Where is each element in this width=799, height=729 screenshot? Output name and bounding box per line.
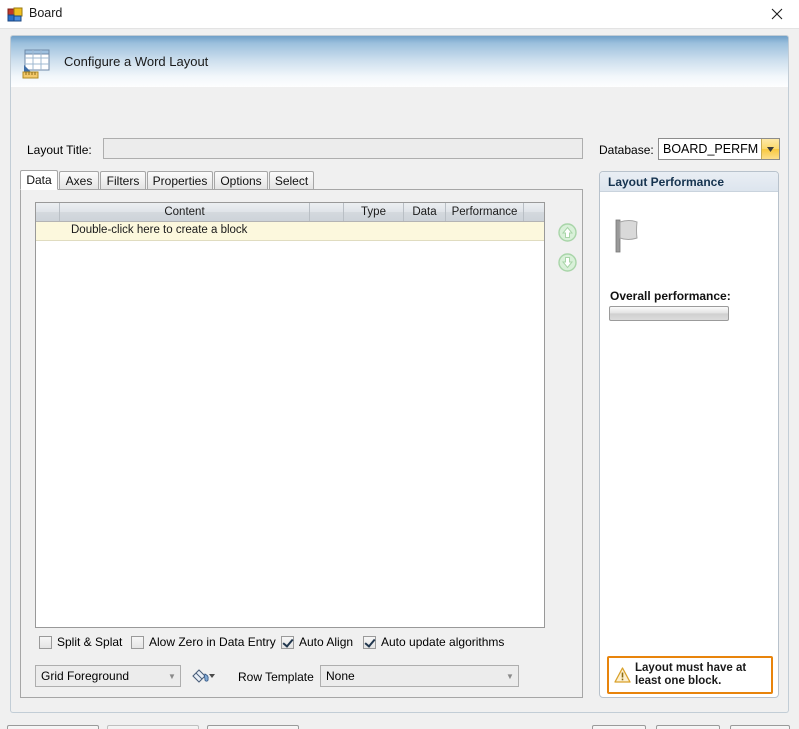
banner-header: Configure a Word Layout <box>10 35 789 88</box>
validation-warning-text: Layout must have at least one block. <box>635 662 747 687</box>
tab-label: Options <box>220 173 262 188</box>
checkbox-box[interactable] <box>39 635 52 649</box>
tab-label: Select <box>274 173 309 188</box>
grid-empty-body[interactable] <box>36 241 544 627</box>
banner-title: Configure a Word Layout <box>64 54 209 69</box>
tab-label: Properties <box>152 173 208 188</box>
tab-label: Axes <box>65 173 93 188</box>
row-template-value: None <box>326 669 355 683</box>
apply-button[interactable]: Apply <box>730 725 790 729</box>
flag-icon <box>613 217 655 257</box>
paint-bucket-icon[interactable] <box>188 665 216 687</box>
checkbox-box[interactable] <box>281 635 294 649</box>
copy-layout-button[interactable]: Copy Layout <box>7 725 99 729</box>
create-block-placeholder[interactable]: Double-click here to create a block <box>71 224 247 236</box>
row-template-label: Row Template <box>238 670 314 684</box>
checkbox-box[interactable] <box>363 635 376 649</box>
row-template-dropdown[interactable]: None ▼ <box>320 665 519 687</box>
checkbox-auto-align[interactable]: Auto Align <box>281 634 353 650</box>
arrow-up-circle-icon[interactable] <box>558 223 577 242</box>
database-dropdown[interactable]: BOARD_PERFM <box>658 138 780 160</box>
tab-filters[interactable]: Filters <box>100 171 146 190</box>
clear-layout-button[interactable]: Clear Layout <box>207 725 299 729</box>
tab-properties[interactable]: Properties <box>147 171 213 190</box>
tab-axes[interactable]: Axes <box>59 171 99 190</box>
grid-col-type[interactable]: Type <box>344 203 404 221</box>
tab-data[interactable]: Data <box>20 170 58 190</box>
window-title: Board <box>29 6 63 20</box>
blocks-grid[interactable]: Content Type Data Performance Double-cli… <box>35 202 545 628</box>
checkbox-label: Alow Zero in Data Entry <box>149 635 276 649</box>
grid-header-row: Content Type Data Performance <box>36 203 544 222</box>
chevron-down-icon[interactable] <box>761 139 779 159</box>
grid-col-end[interactable] <box>524 203 546 221</box>
tab-strip: Data Axes Filters Properties Options Sel… <box>20 170 583 190</box>
form-window-icon <box>7 7 23 23</box>
layout-title-input[interactable] <box>103 138 583 159</box>
dialog-window: Board Configure a Word Layout Layout Tit… <box>0 0 799 729</box>
ok-button[interactable]: OK <box>592 725 646 729</box>
checkbox-label: Split & Splat <box>57 635 123 649</box>
arrow-down-circle-icon[interactable] <box>558 253 577 272</box>
dialog-client-area: Configure a Word Layout Layout Title: Da… <box>0 29 799 729</box>
warning-triangle-icon <box>609 667 635 683</box>
grid-foreground-dropdown[interactable]: Grid Foreground ▼ <box>35 665 181 687</box>
title-bar: Board <box>0 0 799 29</box>
layout-performance-panel: Layout Performance Overall performance: <box>599 171 779 698</box>
grid-col-selector[interactable] <box>36 203 60 221</box>
tab-select[interactable]: Select <box>269 171 314 190</box>
chevron-down-icon[interactable]: ▼ <box>502 672 518 681</box>
checkbox-allow-zero-in-data-entry[interactable]: Alow Zero in Data Entry <box>131 634 276 650</box>
tab-label: Data <box>26 173 52 187</box>
tab-label: Filters <box>106 173 140 188</box>
table-row[interactable]: Double-click here to create a block <box>36 222 544 241</box>
chevron-down-icon[interactable]: ▼ <box>164 672 180 681</box>
grid-col-blank[interactable] <box>310 203 344 221</box>
layout-performance-title: Layout Performance <box>600 172 778 192</box>
checkbox-box[interactable] <box>131 635 144 649</box>
grid-col-performance[interactable]: Performance <box>446 203 524 221</box>
paste-layout-button: Paste Layout <box>107 725 199 729</box>
overall-performance-label: Overall performance: <box>610 289 731 303</box>
grid-col-content[interactable]: Content <box>60 203 310 221</box>
overall-performance-bar <box>609 306 729 321</box>
validation-warning: Layout must have at least one block. <box>607 656 773 694</box>
database-label: Database: <box>599 143 654 157</box>
word-layout-grid-icon <box>20 46 54 80</box>
cancel-button[interactable]: Cancel <box>656 725 720 729</box>
checkbox-label: Auto Align <box>299 635 354 649</box>
layout-title-label: Layout Title: <box>27 143 92 157</box>
grid-col-data[interactable]: Data <box>404 203 446 221</box>
checkbox-label: Auto update algorithms <box>381 635 505 649</box>
close-icon[interactable] <box>754 0 799 28</box>
database-value: BOARD_PERFM <box>663 142 759 156</box>
checkbox-auto-update-algorithms[interactable]: Auto update algorithms <box>363 634 504 650</box>
tab-options[interactable]: Options <box>214 171 268 190</box>
grid-foreground-value: Grid Foreground <box>41 669 130 683</box>
checkbox-split-splat[interactable]: Split & Splat <box>39 634 122 650</box>
